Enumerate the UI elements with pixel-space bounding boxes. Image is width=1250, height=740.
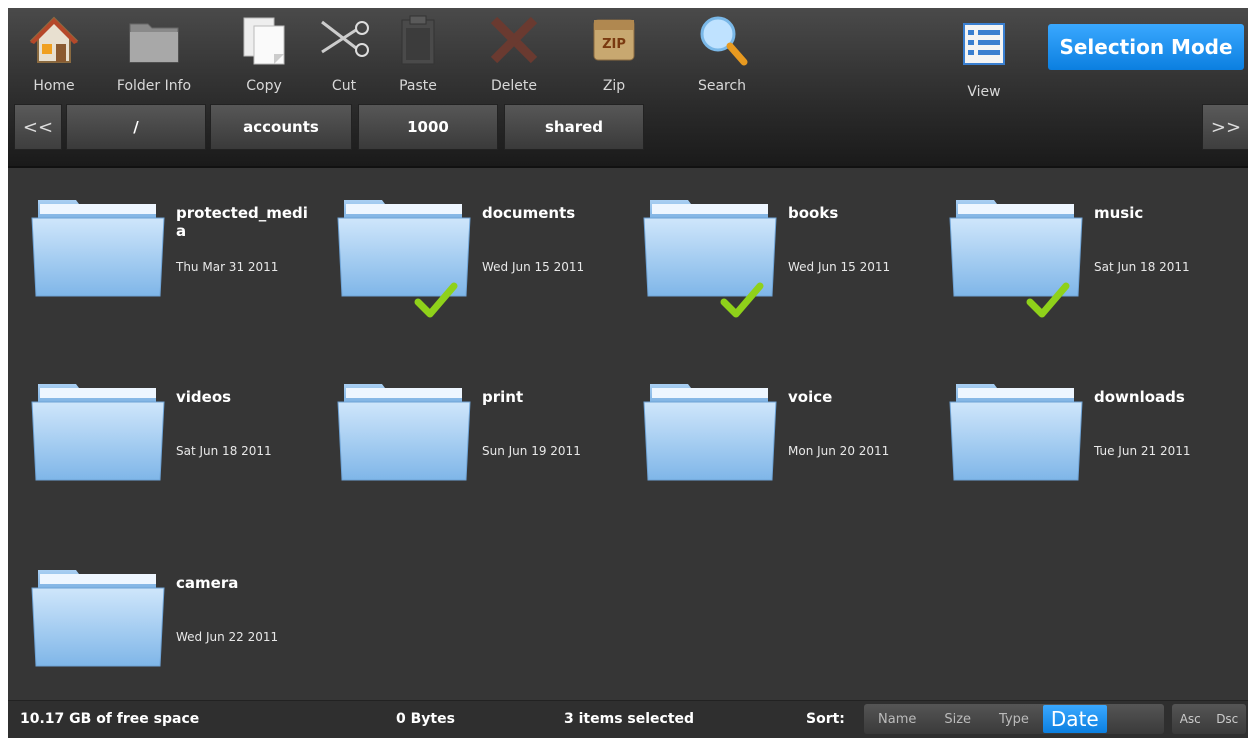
breadcrumb-item-root[interactable]: / bbox=[66, 104, 206, 150]
folder-icon bbox=[30, 564, 166, 668]
cut-button[interactable]: Cut bbox=[304, 12, 384, 102]
folder-name: voice bbox=[788, 388, 833, 406]
breadcrumb: << / accounts 1000 shared >> bbox=[8, 104, 1248, 154]
folder-date: Sat Jun 18 2011 bbox=[1094, 260, 1190, 274]
delete-icon bbox=[486, 12, 542, 68]
delete-label: Delete bbox=[491, 78, 537, 94]
folder-info-button[interactable]: Folder Info bbox=[114, 12, 194, 102]
zip-badge: ZIP bbox=[602, 37, 626, 52]
clipboard-icon bbox=[390, 12, 446, 68]
toolbar: Home Folder Info Copy Cut Paste Delete Z… bbox=[8, 8, 1248, 168]
folder-item[interactable]: protected_media Thu Mar 31 2011 bbox=[8, 170, 308, 320]
folder-item[interactable]: print Sun Jun 19 2011 bbox=[314, 354, 614, 504]
folder-date: Sat Jun 18 2011 bbox=[176, 444, 272, 458]
scissors-icon bbox=[316, 12, 372, 68]
zip-icon: ZIP bbox=[586, 12, 642, 68]
paste-button[interactable]: Paste bbox=[378, 12, 458, 102]
checkmark-icon bbox=[414, 280, 458, 320]
folder-date: Sun Jun 19 2011 bbox=[482, 444, 581, 458]
folder-date: Thu Mar 31 2011 bbox=[176, 260, 279, 274]
folder-grid: protected_media Thu Mar 31 2011 documents W… bbox=[8, 170, 1248, 700]
sort-label: Sort: bbox=[806, 711, 845, 727]
breadcrumb-item-accounts[interactable]: accounts bbox=[210, 104, 352, 150]
folder-date: Wed Jun 15 2011 bbox=[482, 260, 585, 274]
home-button[interactable]: Home bbox=[14, 12, 94, 102]
sort-name-option[interactable]: Name bbox=[864, 712, 930, 727]
sort-options: Name Size Type Date bbox=[864, 704, 1164, 734]
folder-item[interactable]: camera Wed Jun 22 2011 bbox=[8, 540, 308, 690]
view-label: View bbox=[967, 84, 1001, 100]
folder-date: Mon Jun 20 2011 bbox=[788, 444, 890, 458]
checkmark-icon bbox=[720, 280, 764, 320]
folder-info-label: Folder Info bbox=[116, 78, 192, 94]
folder-name: music bbox=[1094, 204, 1144, 222]
folder-icon bbox=[30, 194, 166, 298]
copy-icon bbox=[236, 12, 292, 68]
search-button[interactable]: Search bbox=[682, 12, 762, 102]
folder-icon bbox=[30, 378, 166, 482]
zip-label: Zip bbox=[602, 78, 626, 94]
sort-direction: Asc Dsc bbox=[1172, 704, 1246, 734]
folder-item[interactable]: videos Sat Jun 18 2011 bbox=[8, 354, 308, 504]
forward-button[interactable]: >> bbox=[1202, 104, 1248, 150]
file-manager-window: Home Folder Info Copy Cut Paste Delete Z… bbox=[8, 8, 1248, 738]
sort-size-option[interactable]: Size bbox=[930, 712, 985, 727]
home-label: Home bbox=[33, 78, 75, 94]
sort-date-option[interactable]: Date bbox=[1042, 705, 1107, 733]
search-icon bbox=[694, 12, 750, 68]
selected-count-text: 3 items selected bbox=[564, 711, 695, 727]
folder-name: protected_media bbox=[176, 204, 308, 240]
folder-name: videos bbox=[176, 388, 232, 406]
selection-mode-button[interactable]: Selection Mode bbox=[1048, 24, 1244, 70]
folder-name: documents bbox=[482, 204, 576, 222]
free-space-text: 10.17 GB of free space bbox=[20, 711, 200, 727]
folder-icon bbox=[642, 378, 778, 482]
breadcrumb-item-1000[interactable]: 1000 bbox=[358, 104, 498, 150]
folder-icon bbox=[336, 378, 472, 482]
zip-button[interactable]: ZIP Zip bbox=[574, 12, 654, 102]
folder-name: downloads bbox=[1094, 388, 1185, 406]
checkmark-icon bbox=[1026, 280, 1070, 320]
view-button[interactable]: View bbox=[944, 18, 1024, 108]
folder-item[interactable]: music Sat Jun 18 2011 bbox=[926, 170, 1226, 320]
folder-name: print bbox=[482, 388, 524, 406]
folder-name: books bbox=[788, 204, 839, 222]
cut-label: Cut bbox=[331, 78, 357, 94]
breadcrumb-item-shared[interactable]: shared bbox=[504, 104, 644, 150]
folder-date: Tue Jun 21 2011 bbox=[1094, 444, 1191, 458]
copy-button[interactable]: Copy bbox=[224, 12, 304, 102]
back-button[interactable]: << bbox=[14, 104, 62, 150]
copy-label: Copy bbox=[246, 78, 282, 94]
folder-item[interactable]: documents Wed Jun 15 2011 bbox=[314, 170, 614, 320]
folder-item[interactable]: downloads Tue Jun 21 2011 bbox=[926, 354, 1226, 504]
folder-name: camera bbox=[176, 574, 239, 592]
sort-type-option[interactable]: Type bbox=[985, 712, 1043, 727]
delete-button[interactable]: Delete bbox=[474, 12, 554, 102]
list-view-icon bbox=[956, 18, 1012, 74]
sort-asc-option[interactable]: Asc bbox=[1180, 712, 1201, 726]
home-icon bbox=[26, 12, 82, 68]
paste-label: Paste bbox=[399, 78, 437, 94]
selection-size-text: 0 Bytes bbox=[396, 711, 455, 727]
sort-dsc-option[interactable]: Dsc bbox=[1216, 712, 1238, 726]
folder-info-icon bbox=[126, 12, 182, 68]
search-label: Search bbox=[697, 78, 747, 94]
status-bar: 10.17 GB of free space 0 Bytes 3 items s… bbox=[8, 700, 1248, 738]
folder-date: Wed Jun 15 2011 bbox=[788, 260, 891, 274]
folder-date: Wed Jun 22 2011 bbox=[176, 630, 279, 644]
folder-item[interactable]: books Wed Jun 15 2011 bbox=[620, 170, 920, 320]
folder-icon bbox=[948, 378, 1084, 482]
folder-item[interactable]: voice Mon Jun 20 2011 bbox=[620, 354, 920, 504]
